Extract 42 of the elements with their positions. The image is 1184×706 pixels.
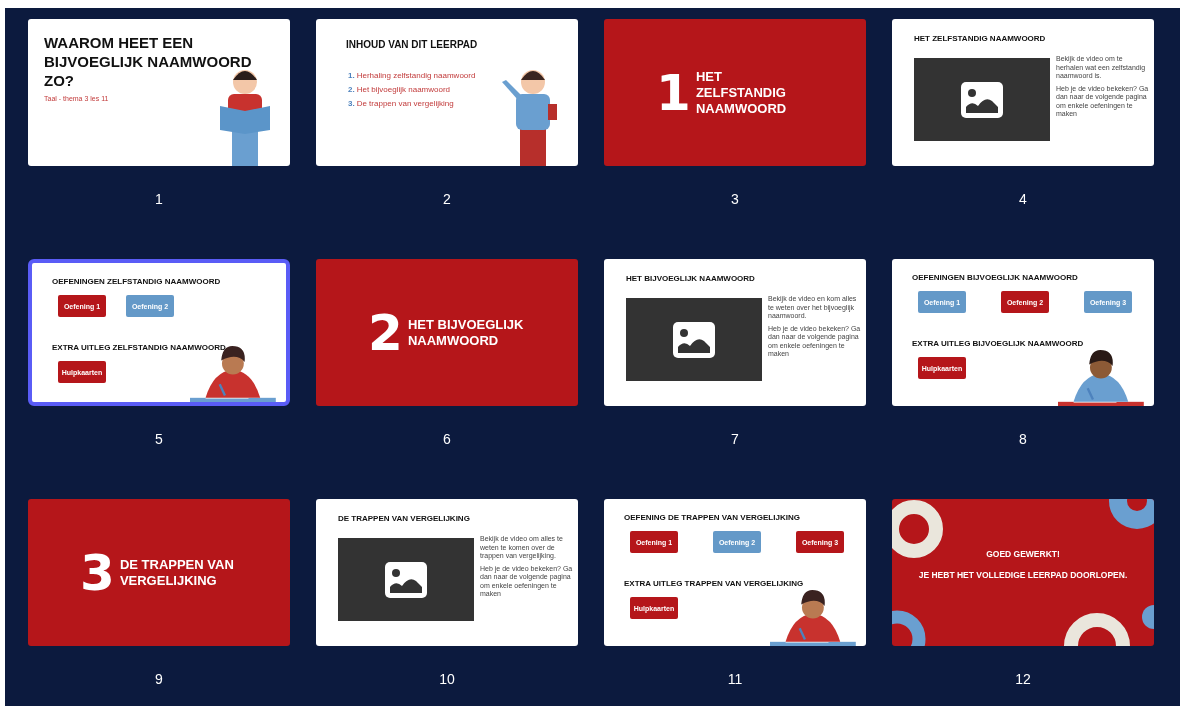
slide-title: DE TRAPPEN VAN VERGELIJKING xyxy=(338,514,470,523)
section-number: 1 xyxy=(656,70,691,115)
slide-title: INHOUD VAN DIT LEERPAD xyxy=(346,39,478,50)
slide-number: 5 xyxy=(155,430,163,448)
section-number: 2 xyxy=(368,310,403,355)
section-title: DE TRAPPEN VAN VERGELIJKING xyxy=(119,556,235,589)
slide-title: HET ZELFSTANDIG NAAMWOORD xyxy=(914,34,1046,43)
image-icon xyxy=(385,561,427,598)
section-number: 3 xyxy=(80,550,115,595)
slide-number: 10 xyxy=(439,670,455,688)
slide-number: 1 xyxy=(155,190,163,208)
slide-title: OEFENINGEN ZELFSTANDIG NAAMWOORD xyxy=(52,277,222,286)
slide-subheading: EXTRA UITLEG TRAPPEN VAN VERGELIJKING xyxy=(624,579,805,588)
slide-number: 7 xyxy=(731,430,739,448)
list-item: De trappen van vergelijking xyxy=(356,99,454,108)
slide-title: OEFENING DE TRAPPEN VAN VERGELIJKING xyxy=(624,513,801,522)
list-number: 2. xyxy=(348,85,355,94)
section-title: HET BIJVOEGLIJK NAAMWOORD xyxy=(407,316,525,349)
slide-title: HET BIJVOEGLIJK NAAMWOORD xyxy=(626,274,755,283)
slide-number: 11 xyxy=(727,670,743,688)
list-item: Herhaling zelfstandig naamwoord xyxy=(356,71,476,80)
slide-number: 6 xyxy=(443,430,451,448)
closing-text: GOED GEWERKT! xyxy=(986,549,1060,559)
image-icon xyxy=(673,321,715,358)
slide-thumbnail[interactable]: GOED GEWERKT! JE HEBT HET VOLLEDIGE LEERPAD DOORLOPEN. xyxy=(892,499,1154,646)
slide-number: 9 xyxy=(155,670,163,688)
slide-title: OEFENINGEN BIJVOEGLIJK NAAMWOORD xyxy=(912,273,1079,282)
list-item: Het bijvoeglijk naamwoord xyxy=(356,85,451,94)
slide-number: 8 xyxy=(1019,430,1027,448)
slide-number: 3 xyxy=(731,190,739,208)
slide-subheading: EXTRA UITLEG ZELFSTANDIG NAAMWOORD xyxy=(52,343,227,352)
slide-subheading: EXTRA UITLEG BIJVOEGLIJK NAAMWOORD xyxy=(912,339,1085,348)
closing-text: JE HEBT HET VOLLEDIGE LEERPAD DOORLOPEN. xyxy=(918,570,1128,580)
list-number: 1. xyxy=(348,71,355,80)
slide-thumbnail[interactable]: INHOUD VAN DIT LEERPAD 1. Herhaling zelfstandig naamwoord 2. Het bijvoeglijk naamwoord 3. De trappen van vergelijking xyxy=(316,19,578,166)
image-icon xyxy=(961,81,1003,118)
section-title: HET ZELFSTANDIG NAAMWOORD xyxy=(695,68,788,117)
list-number: 3. xyxy=(348,99,355,108)
slide-number: 12 xyxy=(1015,670,1031,688)
slide-title: WAAROM HEET EEN BIJVOEGLIJK NAAMWOORD ZO? xyxy=(44,33,253,90)
slide-number: 4 xyxy=(1019,190,1027,208)
slide-number: 2 xyxy=(443,190,451,208)
